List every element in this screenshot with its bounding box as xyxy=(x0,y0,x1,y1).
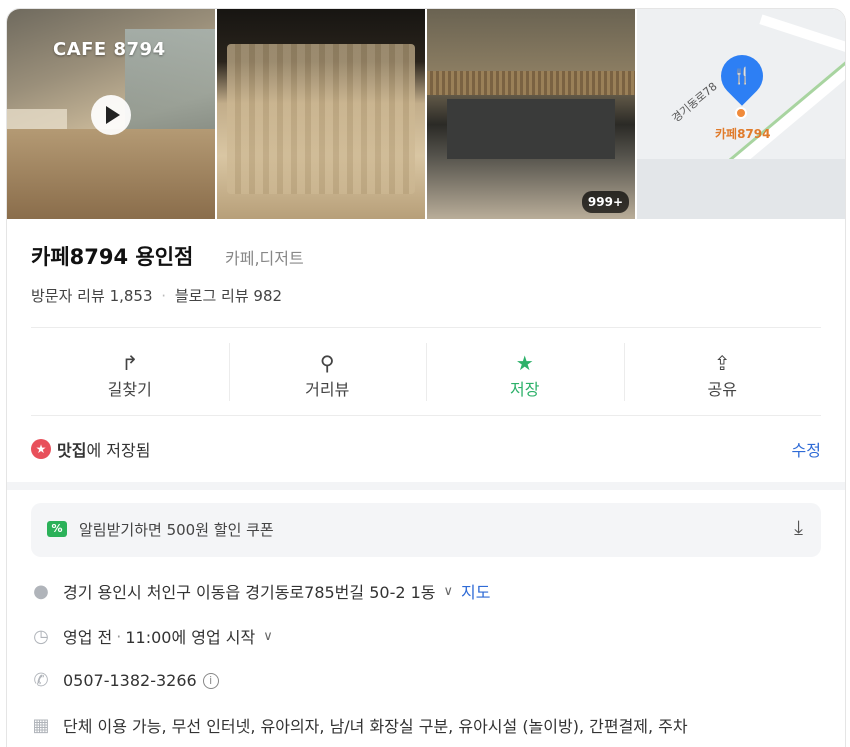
info-icon[interactable]: i xyxy=(202,672,219,689)
download-icon[interactable]: ⤓ xyxy=(794,515,803,539)
place-name: 카페8794 용인점 xyxy=(31,245,194,269)
amenities-row: ▦ 단체 이용 가능, 무선 인터넷, 유아의자, 남/녀 화장실 구분, 유아… xyxy=(31,713,688,737)
phone-row: ✆ 0507-1382-3266 i xyxy=(31,670,219,691)
share-icon: ⇪ xyxy=(713,351,731,375)
directions-label: 길찾기 xyxy=(107,380,152,399)
street-view-label: 거리뷰 xyxy=(305,380,350,399)
saved-status: ★ 맛집 에 저장됨 xyxy=(31,437,150,461)
edit-saved-button[interactable]: 수정 xyxy=(792,437,821,461)
share-button[interactable]: ⇪ 공유 xyxy=(623,343,822,407)
fork-knife-icon: 🍴 xyxy=(732,66,752,85)
visitor-review-count[interactable]: 1,853 xyxy=(110,287,153,305)
map-place-label: 카페8794 xyxy=(715,127,771,141)
place-card: CAFE 8794 999+ 경기동로78 🍴 카페8794 카페8794 용인… xyxy=(6,8,846,747)
section-separator xyxy=(7,482,845,490)
directions-icon: ↱ xyxy=(121,351,139,375)
coupon-text: 알림받기하면 500원 할인 쿠폰 xyxy=(79,521,274,539)
street-view-icon: ⚲ xyxy=(319,351,335,375)
photo-thumbnail-exterior[interactable]: 999+ xyxy=(427,9,635,219)
chevron-down-icon[interactable]: ∨ xyxy=(263,629,273,644)
star-icon: ★ xyxy=(515,351,534,375)
map-thumbnail[interactable]: 경기동로78 🍴 카페8794 xyxy=(637,9,845,219)
save-label: 저장 xyxy=(510,380,540,399)
amenities-text: 단체 이용 가능, 무선 인터넷, 유아의자, 남/녀 화장실 구분, 유아시설… xyxy=(63,717,688,736)
photo-strip: CAFE 8794 999+ 경기동로78 🍴 카페8794 xyxy=(7,9,845,219)
photo-video-thumbnail[interactable]: CAFE 8794 xyxy=(7,9,215,219)
action-bar: ↱ 길찾기 ⚲ 거리뷰 ★ 저장 ⇪ 공유 xyxy=(31,343,821,407)
photo-count-badge: 999+ xyxy=(581,191,629,213)
map-location-dot xyxy=(735,107,747,119)
address-text: 경기 용인시 처인구 이동읍 경기동로785번길 50-2 1동 xyxy=(63,583,436,602)
coupon-percent-icon: % xyxy=(47,521,67,537)
saved-star-icon: ★ xyxy=(31,439,51,459)
map-road-label: 경기동로78 xyxy=(669,79,720,125)
share-label: 공유 xyxy=(707,380,737,399)
save-button[interactable]: ★ 저장 xyxy=(426,343,624,407)
clock-icon: ◷ xyxy=(33,625,49,647)
saved-list-name: 맛집 xyxy=(57,441,87,460)
hours-row: ◷ 영업 전 · 11:00에 영업 시작 ∨ xyxy=(31,624,281,648)
phone-icon: ✆ xyxy=(33,670,49,691)
photo-thumbnail-sculpture[interactable] xyxy=(217,9,425,219)
hours-status: 영업 전 xyxy=(63,628,113,647)
hours-detail: 11:00에 영업 시작 xyxy=(125,628,256,647)
street-view-button[interactable]: ⚲ 거리뷰 xyxy=(228,343,427,407)
video-title: CAFE 8794 xyxy=(53,39,166,60)
coupon-banner[interactable]: % 알림받기하면 500원 할인 쿠폰 ⤓ xyxy=(31,503,821,557)
phone-number[interactable]: 0507-1382-3266 xyxy=(63,671,197,690)
map-link[interactable]: 지도 xyxy=(461,579,490,603)
location-pin-icon: ● xyxy=(33,580,49,602)
place-category: 카페,디저트 xyxy=(225,249,304,268)
divider xyxy=(31,327,821,328)
play-icon[interactable] xyxy=(91,95,131,135)
blog-review-count[interactable]: 982 xyxy=(253,287,282,305)
chevron-down-icon[interactable]: ∨ xyxy=(444,584,454,599)
divider xyxy=(31,415,821,416)
directions-button[interactable]: ↱ 길찾기 xyxy=(31,343,229,407)
blog-review-label[interactable]: 블로그 리뷰 xyxy=(175,287,249,305)
visitor-review-label[interactable]: 방문자 리뷰 xyxy=(31,287,105,305)
review-summary: 방문자 리뷰 1,853 · 블로그 리뷰 982 xyxy=(31,287,283,305)
saved-suffix: 에 저장됨 xyxy=(86,441,151,460)
store-icon: ▦ xyxy=(32,714,50,736)
address-row: ● 경기 용인시 처인구 이동읍 경기동로785번길 50-2 1동 ∨ 지도 xyxy=(31,579,490,603)
